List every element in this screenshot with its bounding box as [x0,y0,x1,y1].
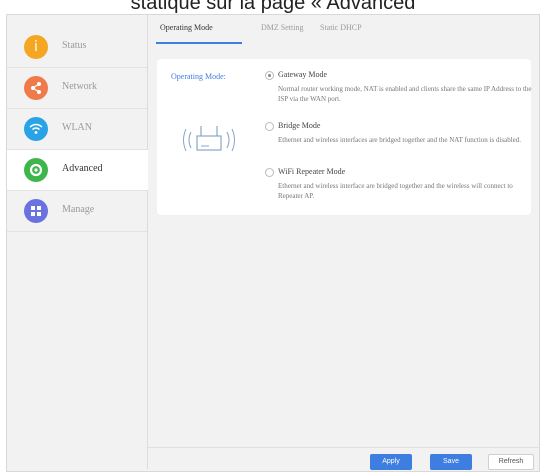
tab-operating-mode[interactable]: Operating Mode [160,23,213,32]
sidebar-item-label: Manage [62,204,95,215]
sidebar-item-wlan[interactable]: WLAN [7,109,147,150]
gateway-mode-radio[interactable] [265,71,274,80]
operating-mode-label: Operating Mode: [171,72,226,81]
sidebar-item-network[interactable]: Network [7,68,147,109]
sidebar: i Status Network WLAN Advanced Manage [7,15,148,469]
operating-mode-card: Operating Mode: Gateway Mode Normal rout… [157,59,532,215]
sidebar-item-status[interactable]: i Status [7,27,147,68]
main-panel: Operating Mode DMZ Setting Static DHCP O… [148,15,539,470]
router-admin-window: i Status Network WLAN Advanced Manage Op… [6,14,540,472]
tab-dmz-setting[interactable]: DMZ Setting [261,23,303,32]
sidebar-item-label: WLAN [62,122,92,133]
active-tab-indicator [156,42,242,44]
bridge-mode-radio[interactable] [265,122,274,131]
option-title: Gateway Mode [278,70,328,79]
sidebar-item-label: Advanced [62,163,103,174]
router-icon [183,126,235,152]
option-description: Ethernet and wireless interface are brid… [278,182,513,200]
action-footer: Apply Save Refresh [148,447,539,470]
option-description: Normal router working mode, NAT is enabl… [278,85,532,103]
share-icon [24,76,48,100]
option-title: WiFi Repeater Mode [278,167,346,176]
tab-static-dhcp[interactable]: Static DHCP [320,23,362,32]
sidebar-item-label: Network [62,81,97,92]
apps-icon [24,199,48,223]
option-title: Bridge Mode [278,121,321,130]
info-icon: i [24,35,48,59]
sidebar-item-manage[interactable]: Manage [7,191,147,232]
option-description: Ethernet and wireless interfaces are bri… [278,136,522,144]
gear-icon [24,158,48,182]
wifi-icon [24,117,48,141]
wifi-repeater-mode-radio[interactable] [265,168,274,177]
sidebar-item-advanced[interactable]: Advanced [7,150,148,191]
tab-bar: Operating Mode DMZ Setting Static DHCP [148,15,539,45]
sidebar-item-label: Status [62,40,87,51]
